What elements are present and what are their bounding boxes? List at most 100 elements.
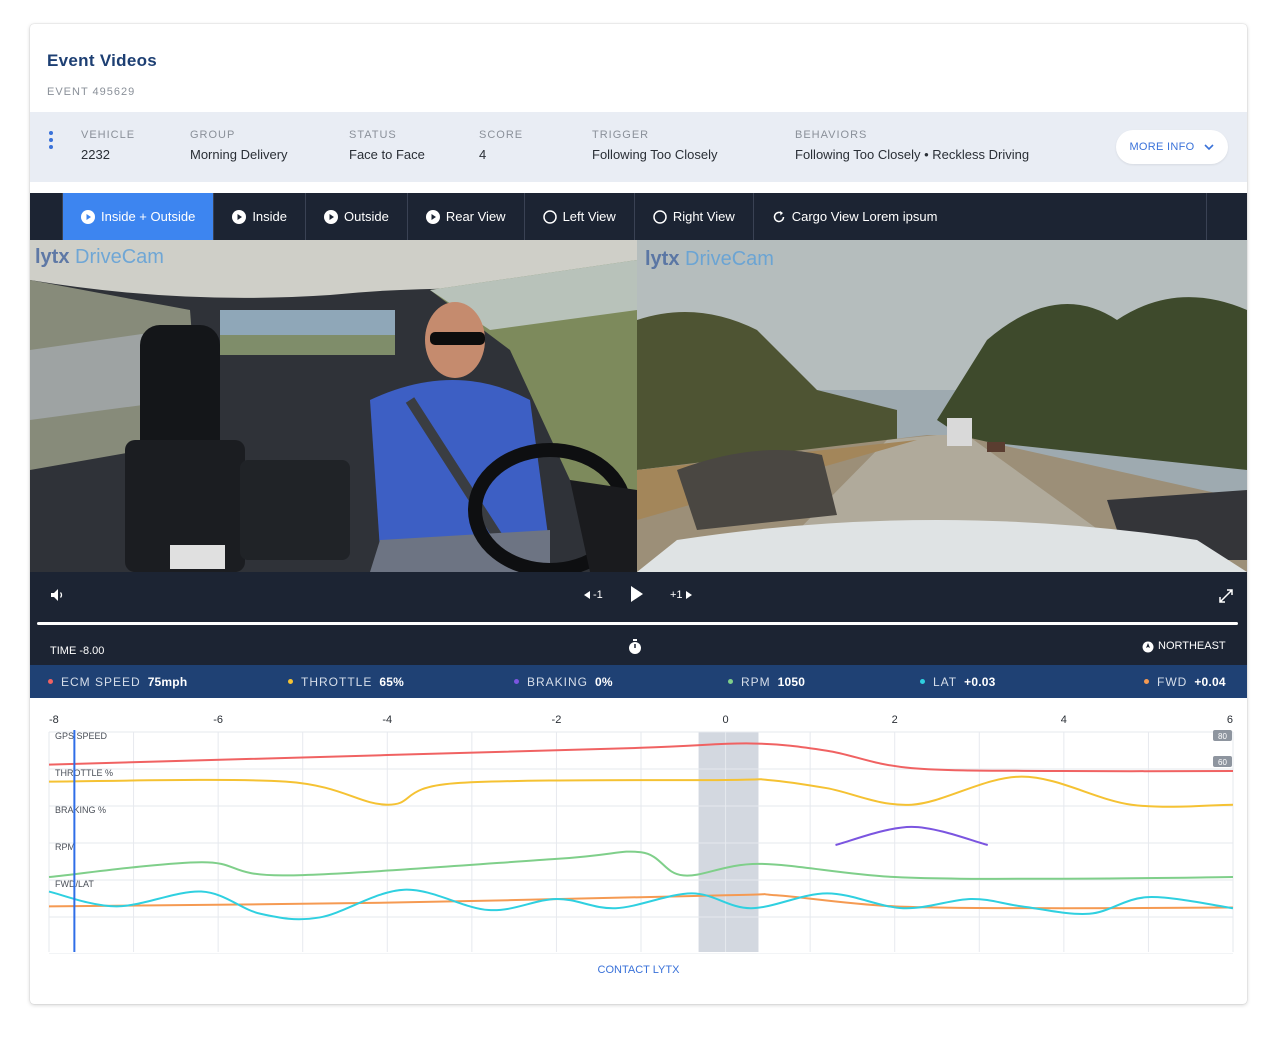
contact-lytx-link[interactable]: CONTACT LYTX: [30, 964, 1247, 976]
speed-badge: 80: [1218, 732, 1227, 741]
current-time-highlight: [698, 732, 759, 952]
x-tick-label: -2: [552, 714, 562, 726]
telemetry-braking: BRAKING 0%: [514, 675, 613, 689]
tab-outside[interactable]: Outside: [306, 193, 408, 240]
tab-rear-view[interactable]: Rear View: [408, 193, 525, 240]
row-label: GPS SPEED: [55, 731, 108, 741]
caret-left-icon: [584, 591, 590, 599]
series-line-braking-: [835, 825, 988, 846]
behaviors-value: Following Too Closely • Reckless Driving: [795, 147, 1030, 162]
lat-dot: [920, 679, 925, 685]
chevron-down-icon: [1203, 144, 1214, 151]
play-circle-icon: [425, 209, 440, 224]
heading-readout: NORTHEAST: [1142, 639, 1226, 653]
telemetry-rpm: RPM 1050: [728, 675, 805, 689]
heading-value: NORTHEAST: [1158, 640, 1226, 652]
skip-forward-button[interactable]: +1: [670, 589, 693, 601]
telemetry-throttle: THROTTLE 65%: [288, 675, 404, 689]
brand-drivecam: DriveCam: [75, 246, 164, 268]
trigger-label: TRIGGER: [592, 129, 650, 141]
refresh-icon: [773, 210, 784, 222]
play-circle-icon: [81, 209, 95, 224]
row-label: RPM: [55, 842, 75, 852]
brand-lytx: lytx: [35, 246, 70, 268]
tab-label: Outside: [344, 209, 389, 224]
fwd-dot: [1144, 679, 1149, 685]
tab-label: Cargo View Lorem ipsum: [791, 209, 938, 224]
more-info-label: MORE INFO: [1129, 141, 1195, 153]
trigger-value: Following Too Closely: [592, 147, 718, 162]
skip-back-button[interactable]: -1: [583, 589, 603, 601]
x-tick-label: -8: [49, 714, 59, 726]
play-circle-icon: [324, 209, 339, 224]
volume-button[interactable]: [50, 588, 66, 602]
tab-right-view[interactable]: Right View: [635, 193, 754, 240]
play-button[interactable]: [630, 585, 644, 603]
status-label: STATUS: [349, 129, 397, 141]
telemetry-value: 75mph: [147, 675, 188, 689]
compass-icon: [1142, 641, 1154, 653]
tab-inside[interactable]: Inside: [214, 193, 307, 240]
rpm-dot: [728, 679, 733, 685]
time-bar: TIME -8.00 NORTHEAST: [30, 625, 1247, 665]
speed-badge: 60: [1218, 758, 1227, 767]
row-label: BRAKING %: [55, 805, 106, 815]
score-info: SCORE 4: [479, 129, 523, 162]
brand-drivecam: DriveCam: [685, 248, 774, 270]
outside-camera-video[interactable]: lytx DriveCam: [637, 240, 1247, 572]
score-label: SCORE: [479, 129, 524, 141]
telemetry-label: FWD: [1157, 675, 1188, 689]
row-label: THROTTLE %: [55, 768, 113, 778]
inside-camera-frame: [30, 240, 637, 572]
event-id: EVENT 495629: [47, 86, 136, 98]
telemetry-value: 0%: [595, 675, 613, 689]
vehicle-info: VEHICLE 2232: [81, 129, 135, 162]
group-info: GROUP Morning Delivery: [190, 129, 288, 162]
telemetry-label: RPM: [741, 675, 771, 689]
telemetry-chart[interactable]: -8 -6 -4 -2 0 2 4 6 GPS SPEED THROTTLE % BRAKING %…: [48, 704, 1238, 954]
tab-cargo-view[interactable]: Cargo View Lorem ipsum: [754, 193, 1207, 240]
trigger-info: TRIGGER Following Too Closely: [592, 129, 718, 162]
score-value: 4: [479, 147, 487, 162]
telemetry-value: 65%: [379, 675, 404, 689]
kebab-menu-icon[interactable]: [48, 131, 54, 151]
status-value: Face to Face: [349, 147, 425, 162]
empty-circle-icon: [542, 209, 557, 224]
tab-inside-outside[interactable]: Inside + Outside: [63, 193, 215, 240]
telemetry-label: BRAKING: [527, 675, 589, 689]
x-tick-label: 0: [723, 714, 729, 726]
empty-circle-icon: [653, 209, 667, 224]
tab-label: Right View: [672, 209, 735, 224]
fullscreen-button[interactable]: [1218, 588, 1234, 604]
tabs-spacer: [30, 193, 63, 240]
throttle-dot: [288, 679, 293, 685]
telemetry-lat: LAT +0.03: [920, 675, 996, 689]
group-label: GROUP: [190, 129, 236, 141]
telemetry-label: ECM SPEED: [61, 675, 141, 689]
event-videos-card: Event Videos EVENT 495629 VEHICLE 2232 G…: [30, 24, 1247, 1004]
telemetry-label: THROTTLE: [301, 675, 373, 689]
behaviors-label: BEHAVIORS: [795, 129, 868, 141]
stopwatch-icon[interactable]: [628, 639, 642, 658]
x-tick-label: -6: [213, 714, 223, 726]
tab-label: Inside: [252, 209, 288, 224]
inside-camera-video[interactable]: lytx DriveCam: [30, 240, 637, 572]
skip-back-label: -1: [593, 589, 603, 601]
tab-label: Rear View: [445, 209, 506, 224]
telemetry-ecm-speed: ECM SPEED 75mph: [48, 675, 187, 689]
outside-camera-frame: [637, 240, 1247, 572]
vehicle-value: 2232: [81, 147, 110, 162]
caret-right-icon: [685, 591, 692, 599]
group-value: Morning Delivery: [190, 147, 288, 162]
telemetry-bar: ECM SPEED 75mph THROTTLE 65% BRAKING 0% RPM…: [30, 665, 1247, 698]
status-info: STATUS Face to Face: [349, 129, 425, 162]
telemetry-value: 1050: [777, 675, 806, 689]
tab-left-view[interactable]: Left View: [525, 193, 635, 240]
ecm-speed-dot: [48, 679, 53, 685]
time-label: TIME: [50, 645, 77, 657]
speaker-icon: [51, 589, 63, 601]
play-circle-icon: [232, 209, 247, 224]
x-tick-label: 2: [892, 714, 898, 726]
time-readout: TIME -8.00: [50, 645, 104, 657]
more-info-button[interactable]: MORE INFO: [1116, 130, 1228, 164]
